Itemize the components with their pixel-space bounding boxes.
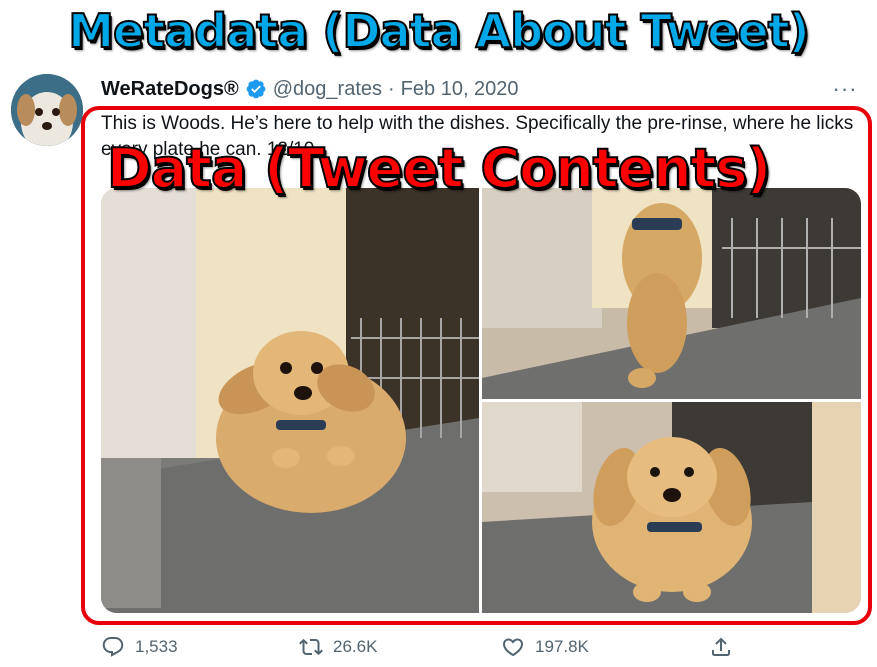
tweet-header: WeRateDogs® @dog_rates · Feb 10, 2020 xyxy=(101,76,519,102)
separator: · xyxy=(388,77,395,100)
verified-badge-icon xyxy=(245,78,267,100)
display-name[interactable]: WeRateDogs® xyxy=(101,78,239,101)
like-count: 197.8K xyxy=(535,637,589,656)
retweet-button[interactable]: 26.6K xyxy=(299,630,377,664)
share-button[interactable] xyxy=(709,630,743,664)
handle[interactable]: @dog_rates xyxy=(273,78,382,101)
reply-button[interactable]: 1,533 xyxy=(101,630,178,664)
share-icon xyxy=(712,637,730,656)
tweet-actions: 1,533 26.6K 197.8K xyxy=(101,630,741,664)
tweet-date[interactable]: Feb 10, 2020 xyxy=(401,78,519,101)
media-grid xyxy=(101,188,861,613)
data-caption: Data (Tweet Contents) xyxy=(106,136,772,201)
like-button[interactable]: 197.8K xyxy=(501,630,589,664)
tweet-photo-1[interactable] xyxy=(101,188,479,613)
retweet-icon xyxy=(299,638,323,656)
reply-icon xyxy=(102,637,124,657)
tweet-photo-2[interactable] xyxy=(482,188,861,399)
more-icon[interactable]: ··· xyxy=(828,76,862,102)
reply-count: 1,533 xyxy=(135,637,178,656)
metadata-caption: Metadata (Data About Tweet) xyxy=(67,3,810,59)
avatar[interactable] xyxy=(11,74,83,146)
like-icon xyxy=(502,638,524,657)
retweet-count: 26.6K xyxy=(333,637,378,656)
dog-avatar-image xyxy=(11,74,83,146)
tweet-photo-3[interactable] xyxy=(482,402,861,613)
